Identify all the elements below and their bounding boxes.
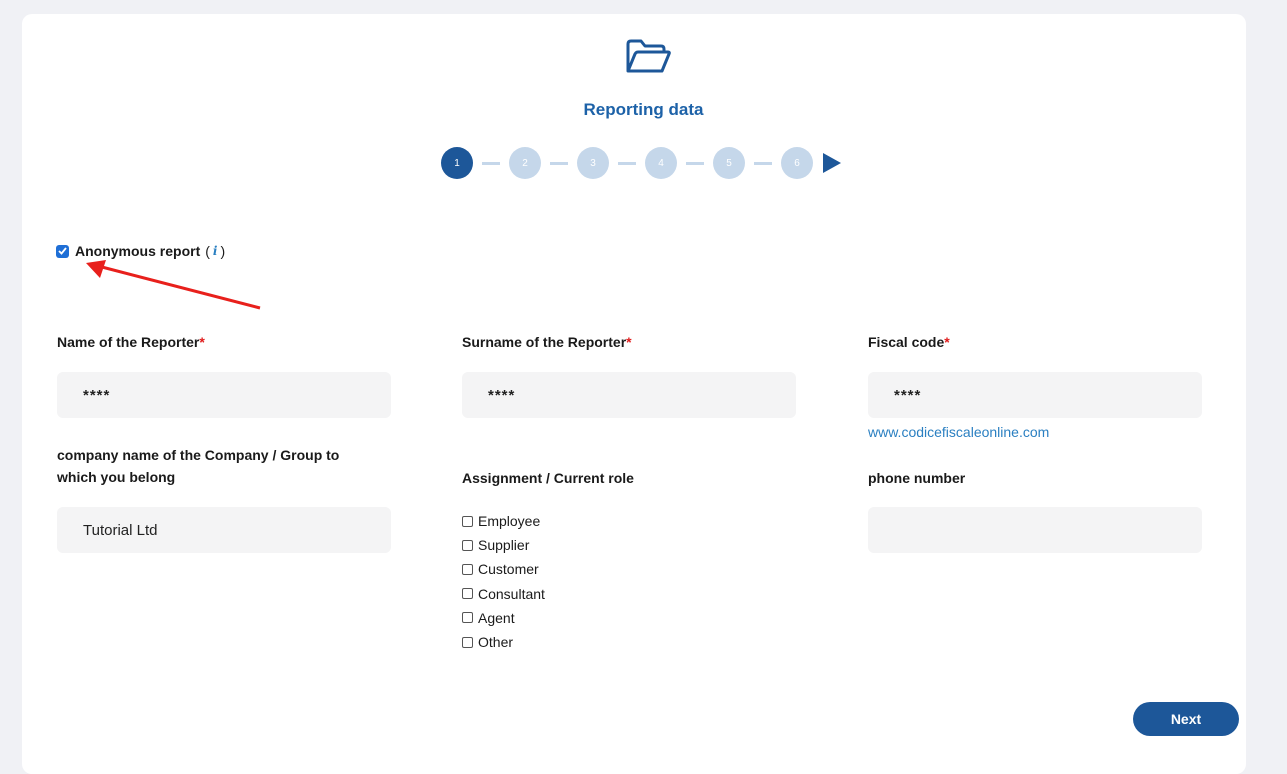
anonymous-report-checkbox[interactable] bbox=[56, 244, 69, 258]
step-connector bbox=[686, 161, 704, 165]
step-5[interactable]: 5 bbox=[713, 147, 745, 179]
phone-label: phone number bbox=[868, 470, 966, 486]
annotation-arrow-icon bbox=[86, 260, 261, 310]
company-label: company name of the Company / Group to wh… bbox=[57, 447, 340, 485]
checkbox[interactable] bbox=[462, 515, 473, 527]
role-option-supplier[interactable]: Supplier bbox=[462, 533, 545, 557]
checkbox[interactable] bbox=[462, 612, 473, 624]
checkbox[interactable] bbox=[462, 588, 473, 600]
next-button[interactable]: Next bbox=[1133, 702, 1239, 736]
role-option-agent[interactable]: Agent bbox=[462, 606, 545, 630]
anonymous-report-label: Anonymous report bbox=[75, 243, 201, 259]
fiscal-code-link[interactable]: www.codicefiscaleonline.com bbox=[868, 424, 1049, 440]
step-connector bbox=[618, 161, 636, 165]
next-step-arrow-icon[interactable] bbox=[823, 153, 841, 173]
step-2[interactable]: 2 bbox=[509, 147, 541, 179]
role-option-employee[interactable]: Employee bbox=[462, 509, 545, 533]
info-open-paren: ( bbox=[205, 243, 210, 259]
required-mark: * bbox=[944, 334, 950, 350]
role-label: Assignment / Current role bbox=[462, 470, 634, 486]
surname-label: Surname of the Reporter* bbox=[462, 334, 632, 350]
info-icon[interactable]: i bbox=[213, 244, 218, 258]
step-connector bbox=[550, 161, 568, 165]
role-option-consultant[interactable]: Consultant bbox=[462, 582, 545, 606]
check-icon bbox=[58, 247, 67, 255]
anonymous-report-option[interactable]: Anonymous report ( i ) bbox=[56, 243, 225, 259]
stepper: 1 2 3 4 5 6 bbox=[441, 146, 841, 180]
phone-input[interactable] bbox=[868, 507, 1202, 553]
step-4[interactable]: 4 bbox=[645, 147, 677, 179]
role-options: Employee Supplier Customer Consultant Ag… bbox=[462, 509, 545, 654]
folder-open-icon bbox=[626, 39, 671, 73]
fiscal-code-label: Fiscal code* bbox=[868, 334, 950, 350]
step-3[interactable]: 3 bbox=[577, 147, 609, 179]
checkbox[interactable] bbox=[462, 636, 473, 648]
step-connector bbox=[754, 161, 772, 165]
name-input[interactable]: **** bbox=[57, 372, 391, 418]
name-label: Name of the Reporter* bbox=[57, 334, 205, 350]
checkbox[interactable] bbox=[462, 539, 473, 551]
page-title: Reporting data bbox=[583, 100, 704, 119]
surname-input[interactable]: **** bbox=[462, 372, 796, 418]
role-option-customer[interactable]: Customer bbox=[462, 557, 545, 581]
role-option-other[interactable]: Other bbox=[462, 630, 545, 654]
required-mark: * bbox=[199, 334, 205, 350]
required-mark: * bbox=[626, 334, 632, 350]
step-6[interactable]: 6 bbox=[781, 147, 813, 179]
step-1[interactable]: 1 bbox=[441, 147, 473, 179]
info-close-paren: ) bbox=[220, 243, 226, 259]
checkbox[interactable] bbox=[462, 563, 473, 575]
company-input[interactable]: Tutorial Ltd bbox=[57, 507, 391, 553]
step-connector bbox=[482, 161, 500, 165]
fiscal-code-input[interactable]: **** bbox=[868, 372, 1202, 418]
